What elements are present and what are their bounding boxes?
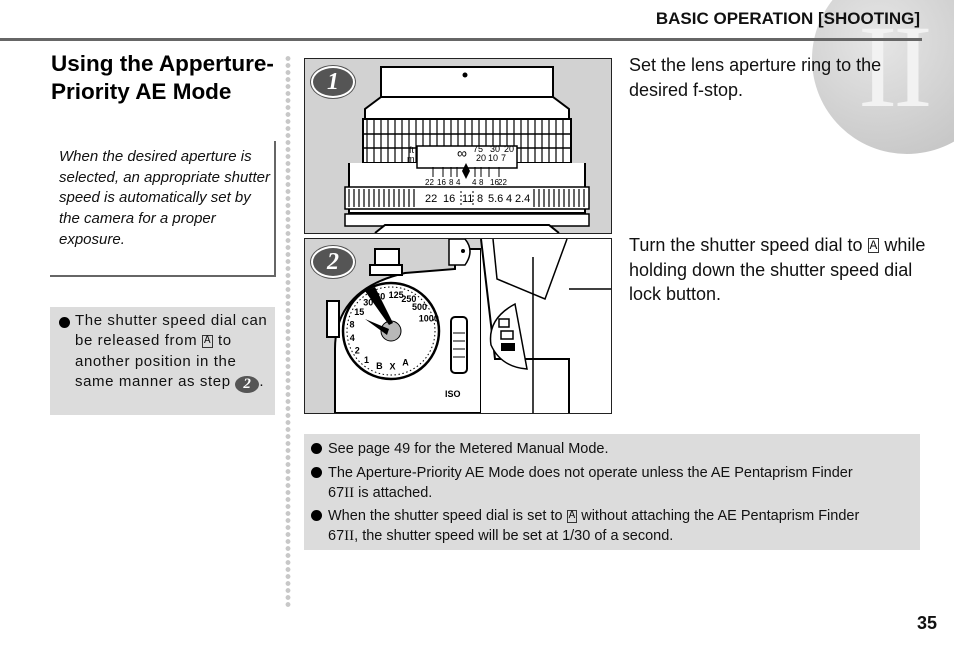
aperture-mark: 8 <box>477 193 483 205</box>
aperture-mark: 4 <box>506 193 512 205</box>
m-value: 10 <box>488 153 498 163</box>
aperture-mark: 2.4 <box>515 193 530 205</box>
step-2-badge: 2 <box>311 246 355 278</box>
iso-label: ISO <box>445 389 461 399</box>
dof-mark: 22 <box>498 178 507 187</box>
note-item: See page 49 for the Metered Manual Mode. <box>328 441 609 457</box>
page-number: 35 <box>916 613 937 633</box>
side-note-text: The shutter speed dial can be released f… <box>75 312 268 393</box>
aperture-mark: 16 <box>443 193 455 205</box>
aperture-mark-selected: 11 <box>462 193 473 205</box>
dotted-column-divider <box>285 55 291 607</box>
dof-mark: 8 <box>449 178 454 187</box>
figure-step-1: ft m ∞ 75 30 20 20 10 7 22 16 8 4 4 8 16… <box>304 58 612 234</box>
step-1-instruction: Set the lens aperture ring to the desire… <box>629 55 882 100</box>
dof-mark: 16 <box>437 178 446 187</box>
dial-value-label: 4 <box>350 333 355 343</box>
auto-mode-symbol-icon: A <box>201 335 214 349</box>
auto-mode-symbol-icon: A <box>566 510 578 523</box>
dial-value-label: B <box>376 361 383 371</box>
auto-mode-symbol-icon: A <box>867 238 880 253</box>
bullet-icon <box>311 510 322 521</box>
dof-mark: 8 <box>479 178 484 187</box>
figure-step-2: ISO 1000 500 250 125 60 30 15 8 4 2 1 B X A 2 <box>304 238 612 414</box>
step-1-badge: 1 <box>311 66 355 98</box>
step-reference-badge: 2 <box>235 375 260 393</box>
dial-value-label: 250 <box>401 294 416 304</box>
dial-value-label: 2 <box>355 346 360 356</box>
dial-value-label: 30 <box>363 297 373 307</box>
dof-mark: 4 <box>456 178 461 187</box>
dial-value-label: A <box>402 358 409 368</box>
dial-value-label: 8 <box>350 320 355 330</box>
aperture-mark: 22 <box>425 193 437 205</box>
dial-value-label: 125 <box>389 290 404 300</box>
infinity-mark: ∞ <box>457 145 467 161</box>
m-value: 20 <box>476 153 486 163</box>
side-note: The shutter speed dial can be released f… <box>50 307 275 415</box>
header-divider <box>0 38 922 41</box>
intro-text: When the desired aperture is selected, a… <box>59 148 270 248</box>
m-label: m <box>407 154 415 164</box>
m-value: 7 <box>501 153 506 163</box>
dial-value-label: 15 <box>354 307 364 317</box>
note-item: When the shutter speed dial is set to A … <box>328 508 860 544</box>
dial-value-label: 1 <box>364 355 369 365</box>
notes-panel: See page 49 for the Metered Manual Mode.… <box>304 434 920 550</box>
section-header: BASIC OPERATION [SHOOTING] <box>655 9 920 28</box>
dial-value-label: 60 <box>375 291 385 301</box>
bullet-icon <box>311 443 322 454</box>
page-title: Using the Apperture-Priority AE Mode <box>51 51 274 104</box>
dof-mark: 22 <box>425 178 434 187</box>
bullet-icon <box>59 317 70 328</box>
bullet-icon <box>311 467 322 478</box>
intro-box: When the desired aperture is selected, a… <box>50 141 276 277</box>
note-item: The Aperture-Priority AE Mode does not o… <box>328 465 853 501</box>
dof-mark: 4 <box>472 178 477 187</box>
dial-value-label: 1000 <box>419 314 439 324</box>
dial-value-label: X <box>390 362 396 372</box>
aperture-mark: 5.6 <box>488 193 503 205</box>
step-2-instruction: Turn the shutter speed dial to A while h… <box>629 235 926 304</box>
